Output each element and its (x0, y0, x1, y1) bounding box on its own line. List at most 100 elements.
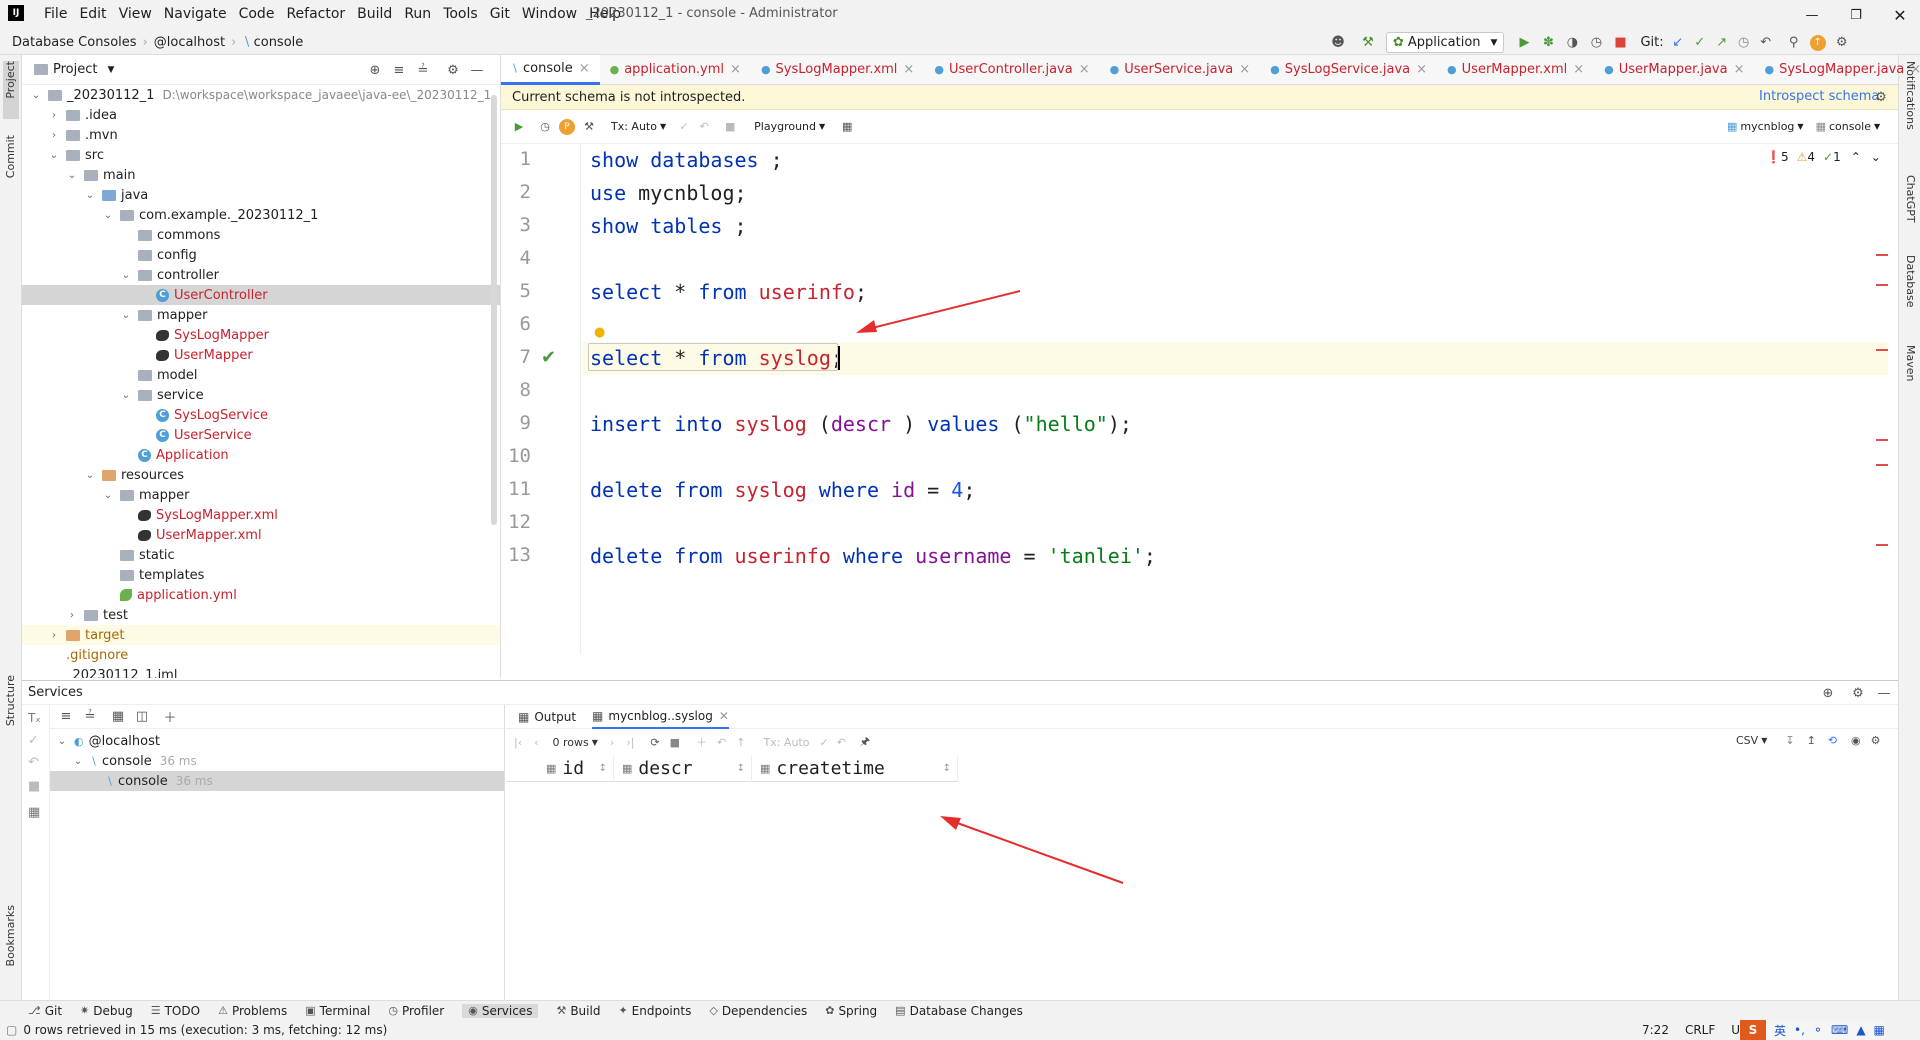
bookmarks-tool-button[interactable]: Bookmarks (4, 905, 17, 966)
code-line[interactable]: show tables ; (590, 214, 747, 238)
project-panel-title[interactable]: Project (53, 62, 97, 77)
project-tree-item[interactable]: SysLogMapper (22, 325, 500, 345)
search-icon[interactable]: ⚲ (1786, 35, 1802, 51)
services-tree-item[interactable]: ∖ console 36 ms (50, 771, 504, 791)
editor-tab[interactable]: ● SysLogService.java × (1260, 55, 1437, 85)
tool-window-spring[interactable]: ✿ Spring (825, 1004, 877, 1018)
executed-check-icon[interactable]: ✔ (541, 347, 556, 368)
tool-window-profiler[interactable]: ◷ Profiler (388, 1004, 444, 1018)
git-push-icon[interactable]: ↗ (1714, 35, 1730, 51)
collapse-all-icon[interactable]: ≟ (415, 62, 431, 78)
tool-window-git[interactable]: ⎇ Git (28, 1004, 62, 1018)
project-tree-item[interactable]: application.yml (22, 585, 500, 605)
stop-icon[interactable]: ■ (28, 779, 40, 794)
code-line[interactable]: show databases ; (590, 148, 795, 172)
run-config-select[interactable]: ✿ Application ▼ (1386, 32, 1505, 53)
tool-window-endpoints[interactable]: ✦ Endpoints (618, 1004, 691, 1018)
table-icon[interactable]: ▦ (839, 119, 855, 135)
hide-icon[interactable]: — (1876, 685, 1892, 701)
chevron-down-icon[interactable]: ⌄ (84, 190, 96, 201)
close-icon[interactable]: × (730, 62, 741, 77)
compare-icon[interactable]: ⟲ (1828, 734, 1837, 747)
chatgpt-tool-button[interactable]: ChatGPT (1904, 175, 1917, 223)
project-tree-item[interactable]: C UserService (22, 425, 500, 445)
chevron-down-icon[interactable]: ⌄ (120, 390, 132, 401)
chevron-down-icon[interactable]: ⌄ (72, 756, 84, 767)
chevron-right-icon[interactable]: › (66, 610, 78, 621)
code-editor[interactable]: ❗ 5 ⚠ 4 ✓ 1 ⌃ ⌄ show databases ; use mycnbl… (582, 144, 1888, 654)
project-tree-item[interactable]: commons (22, 225, 500, 245)
project-tree-item[interactable]: › test (22, 605, 500, 625)
stop-icon[interactable]: ■ (1612, 35, 1628, 51)
database-tool-button[interactable]: Database (1904, 255, 1917, 308)
sort-icon[interactable]: ↕ (943, 763, 951, 774)
reload-icon[interactable]: ⟳ (650, 736, 659, 749)
error-marker[interactable] (1876, 544, 1888, 546)
project-tree-item[interactable]: config (22, 245, 500, 265)
commit-tool-button[interactable]: Commit (4, 135, 17, 178)
rollback-icon[interactable]: ↶ (696, 119, 712, 135)
gear-icon[interactable]: ⚙ (445, 62, 461, 78)
close-icon[interactable]: × (1416, 62, 1427, 77)
close-icon[interactable]: × (1734, 62, 1745, 77)
profile-icon[interactable]: ◷ (1588, 35, 1604, 51)
shirt-icon[interactable]: ▲ (1856, 1023, 1865, 1037)
chevron-right-icon[interactable]: › (48, 110, 60, 121)
submit-icon[interactable]: ↑ (736, 736, 745, 749)
editor-tab[interactable]: ● UserService.java × (1100, 55, 1261, 85)
export-format-select[interactable]: CSV (1736, 734, 1758, 747)
menu-item-edit[interactable]: Edit (79, 6, 106, 22)
editor-tab[interactable]: ● SysLogMapper.xml × (751, 55, 924, 85)
project-tree-item[interactable]: _20230112_1.iml (22, 665, 500, 679)
menu-item-build[interactable]: Build (357, 6, 392, 22)
add-row-icon[interactable]: ＋ (696, 734, 707, 750)
collapse-all-icon[interactable]: ≟ (82, 709, 98, 725)
project-tree-item[interactable]: templates (22, 565, 500, 585)
chevron-down-icon[interactable]: ⌄ (84, 470, 96, 481)
editor-tab[interactable]: ∖ console × (501, 54, 600, 85)
project-tree-item[interactable]: ⌄ main (22, 165, 500, 185)
rollback-icon[interactable]: ↶ (837, 736, 846, 749)
expand-all-icon[interactable]: ≡ (391, 62, 407, 78)
tool-window-todo[interactable]: ☰ TODO (151, 1004, 200, 1018)
chevron-down-icon[interactable]: ⌄ (120, 270, 132, 281)
project-tree-item[interactable]: static (22, 545, 500, 565)
code-line[interactable]: delete from userinfo where username = 't… (590, 544, 1156, 568)
rows-count-select[interactable]: 0 rows (553, 736, 589, 749)
close-icon[interactable]: × (1079, 62, 1090, 77)
project-tree-item[interactable]: ⌄ com.example._20230112_1 (22, 205, 500, 225)
breadcrumb-item[interactable]: @localhost (154, 35, 225, 50)
tx-icon[interactable]: Tₓ (28, 711, 41, 725)
first-page-icon[interactable]: |‹ (514, 736, 522, 749)
coverage-icon[interactable]: ◑ (1564, 35, 1580, 51)
project-tree-item[interactable]: UserMapper (22, 345, 500, 365)
stop-icon[interactable]: ■ (670, 736, 680, 749)
project-tree-item[interactable]: ⌄ mapper (22, 485, 500, 505)
project-tree-item[interactable]: UserMapper.xml (22, 525, 500, 545)
project-tree-item[interactable]: .gitignore (22, 645, 500, 665)
project-tree-item[interactable]: ⌄ _20230112_1 D:\workspace\workspace_javae… (22, 85, 500, 105)
debug-icon[interactable]: ✽ (1540, 35, 1556, 51)
tool-window-services[interactable]: ◉ Services (462, 1003, 539, 1018)
project-tree-item[interactable]: C Application (22, 445, 500, 465)
sort-icon[interactable]: ↕ (599, 763, 607, 774)
chevron-down-icon[interactable]: ⌄ (1871, 150, 1881, 164)
breadcrumb-item[interactable]: console (254, 35, 304, 50)
chevron-down-icon[interactable]: ⌄ (66, 170, 78, 181)
tx-mode-select[interactable]: Tx: Auto (763, 736, 809, 749)
tool-window-debug[interactable]: ✷ Debug (80, 1004, 133, 1018)
code-line[interactable]: use mycnblog; (590, 181, 747, 205)
chevron-down-icon[interactable]: ⌄ (48, 150, 60, 161)
tab-output[interactable]: Output (534, 710, 576, 724)
chevron-down-icon[interactable]: ⌄ (120, 310, 132, 321)
last-page-icon[interactable]: ›| (626, 736, 634, 749)
chevron-down-icon[interactable]: ⌄ (102, 210, 114, 221)
git-commit-icon[interactable]: ✓ (1692, 35, 1708, 51)
gear-icon[interactable]: ⚙ (1873, 89, 1889, 105)
code-line[interactable]: select * from userinfo; (590, 280, 867, 304)
execute-icon[interactable]: ▶ (511, 119, 527, 135)
column-header[interactable]: ▦ id ↕ (506, 755, 614, 782)
view-icon[interactable]: ◉ (1851, 734, 1861, 747)
expand-all-icon[interactable]: ≡ (58, 709, 74, 725)
line-separator[interactable]: CRLF (1685, 1023, 1715, 1037)
